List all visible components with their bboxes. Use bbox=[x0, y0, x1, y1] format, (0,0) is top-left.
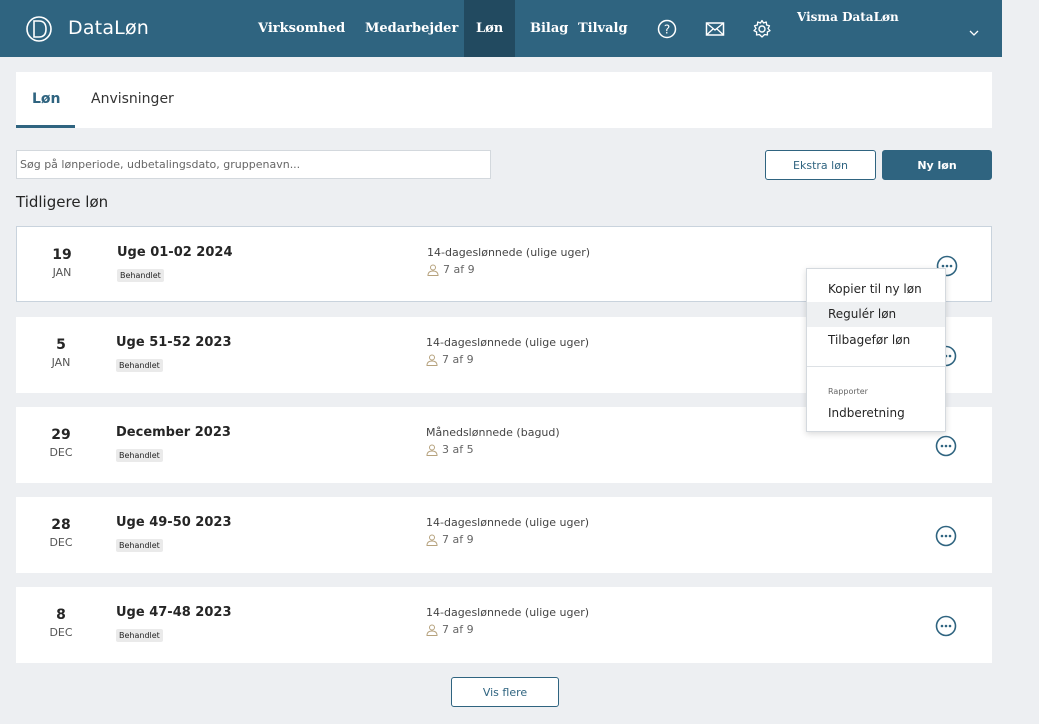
status-badge: Behandlet bbox=[116, 449, 163, 462]
user-menu[interactable]: Visma DataLøn bbox=[797, 10, 899, 24]
run-employee-count: 7 af 9 bbox=[426, 623, 474, 636]
status-badge: Behandlet bbox=[116, 539, 163, 552]
run-date-day: 8 bbox=[56, 607, 66, 623]
menu-divider bbox=[807, 366, 945, 367]
nav-virksomhed[interactable]: Virksomhed bbox=[258, 0, 345, 57]
chevron-down-icon[interactable] bbox=[969, 28, 979, 38]
run-employee-count: 7 af 9 bbox=[427, 263, 475, 276]
tabs-card: Løn Anvisninger bbox=[16, 72, 992, 128]
nav-medarbejder[interactable]: Medarbejder bbox=[365, 0, 458, 57]
search-input[interactable] bbox=[16, 150, 491, 179]
menu-item-report[interactable]: Indberetning bbox=[807, 401, 945, 426]
top-navigation-bar: DataLøn Virksomhed Medarbejder Løn Bilag… bbox=[0, 0, 1002, 57]
brand-name[interactable]: DataLøn bbox=[68, 17, 149, 39]
run-group: 14-dageslønnede (ulige uger) bbox=[426, 516, 590, 529]
more-options-icon[interactable] bbox=[935, 615, 957, 637]
svg-text:?: ? bbox=[664, 23, 670, 37]
status-badge: Behandlet bbox=[117, 269, 164, 282]
run-employee-count: 7 af 9 bbox=[426, 533, 474, 546]
help-icon[interactable]: ? bbox=[657, 19, 677, 39]
run-title[interactable]: Uge 01-02 2024 bbox=[117, 245, 233, 260]
run-count-text: 7 af 9 bbox=[443, 263, 475, 276]
active-tab-indicator bbox=[16, 125, 75, 128]
nav-loen[interactable]: Løn bbox=[464, 0, 516, 57]
person-icon bbox=[426, 534, 438, 546]
nav-bilag[interactable]: Bilag bbox=[530, 0, 568, 57]
run-date-month: DEC bbox=[49, 446, 73, 459]
person-icon bbox=[426, 444, 438, 456]
menu-item-adjust[interactable]: Regulér løn bbox=[807, 302, 945, 327]
menu-item-reverse[interactable]: Tilbagefør løn bbox=[807, 328, 945, 353]
tab-anvisninger[interactable]: Anvisninger bbox=[91, 91, 174, 107]
run-count-text: 3 af 5 bbox=[442, 443, 474, 456]
run-date-month: DEC bbox=[49, 536, 73, 549]
person-icon bbox=[427, 264, 439, 276]
run-count-text: 7 af 9 bbox=[442, 623, 474, 636]
run-context-menu: Kopier til ny løn Regulér løn Tilbagefør… bbox=[806, 268, 946, 432]
run-title[interactable]: December 2023 bbox=[116, 425, 231, 440]
new-payroll-button[interactable]: Ny løn bbox=[882, 150, 992, 180]
run-title[interactable]: Uge 49-50 2023 bbox=[116, 515, 232, 530]
section-title: Tidligere løn bbox=[16, 193, 109, 211]
menu-section-heading: Rapporter bbox=[828, 387, 868, 396]
run-date-day: 28 bbox=[51, 517, 71, 533]
more-options-icon[interactable] bbox=[935, 525, 957, 547]
payroll-run-card[interactable]: 8 DEC Uge 47-48 2023 Behandlet 14-dagesl… bbox=[16, 587, 992, 663]
run-title[interactable]: Uge 47-48 2023 bbox=[116, 605, 232, 620]
run-title[interactable]: Uge 51-52 2023 bbox=[116, 335, 232, 350]
run-group: 14-dageslønnede (ulige uger) bbox=[427, 246, 591, 259]
run-group: Månedslønnede (bagud) bbox=[426, 426, 560, 439]
dataloen-logo-icon[interactable] bbox=[26, 14, 52, 44]
extra-payroll-button[interactable]: Ekstra løn bbox=[765, 150, 876, 180]
run-date-day: 5 bbox=[56, 337, 66, 353]
nav-tilvalg[interactable]: Tilvalg bbox=[578, 0, 628, 57]
tab-loen[interactable]: Løn bbox=[32, 91, 61, 107]
run-group: 14-dageslønnede (ulige uger) bbox=[426, 606, 590, 619]
status-badge: Behandlet bbox=[116, 629, 163, 642]
run-date-day: 19 bbox=[52, 247, 72, 263]
run-date-month: JAN bbox=[52, 266, 72, 279]
run-count-text: 7 af 9 bbox=[442, 353, 474, 366]
payroll-run-card[interactable]: 28 DEC Uge 49-50 2023 Behandlet 14-dages… bbox=[16, 497, 992, 573]
person-icon bbox=[426, 354, 438, 366]
show-more-button[interactable]: Vis flere bbox=[451, 677, 559, 707]
run-employee-count: 7 af 9 bbox=[426, 353, 474, 366]
run-employee-count: 3 af 5 bbox=[426, 443, 474, 456]
run-date-month: JAN bbox=[51, 356, 71, 369]
run-group: 14-dageslønnede (ulige uger) bbox=[426, 336, 590, 349]
more-options-icon[interactable] bbox=[935, 435, 957, 457]
person-icon bbox=[426, 624, 438, 636]
status-badge: Behandlet bbox=[116, 359, 163, 372]
run-count-text: 7 af 9 bbox=[442, 533, 474, 546]
run-date-month: DEC bbox=[49, 626, 73, 639]
menu-item-copy-to-new[interactable]: Kopier til ny løn bbox=[807, 277, 945, 302]
mail-icon[interactable] bbox=[705, 19, 725, 39]
run-date-day: 29 bbox=[51, 427, 71, 443]
settings-icon[interactable] bbox=[752, 19, 772, 39]
